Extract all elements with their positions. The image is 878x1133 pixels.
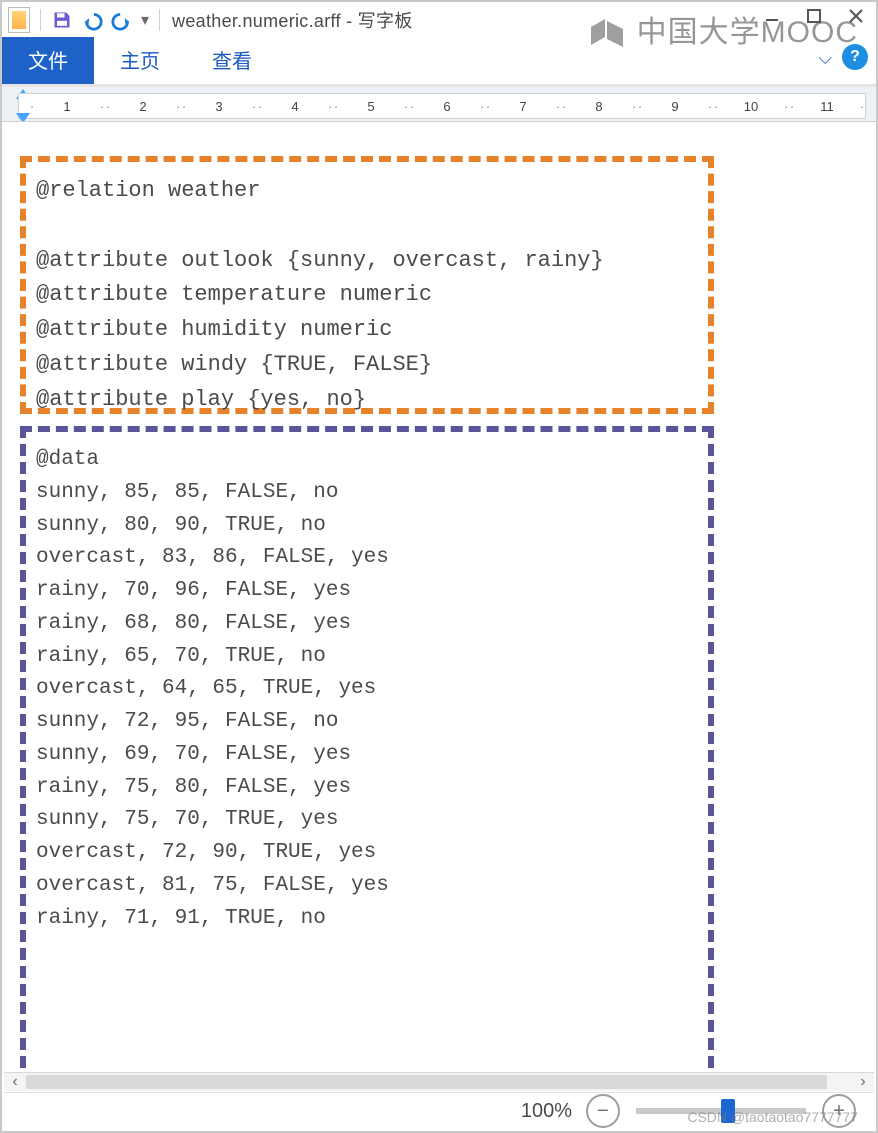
redo-icon[interactable] [109,7,135,33]
arff-header-box: @relation weather @attribute outlook {su… [20,156,714,414]
arff-data-line: sunny, 85, 85, FALSE, no [36,477,698,510]
app-icon [8,7,30,33]
document-area[interactable]: @relation weather @attribute outlook {su… [4,124,874,1071]
ruler-tick: 10 [719,99,783,114]
arff-header-line: @attribute temperature numeric [36,278,698,313]
arff-data-line: overcast, 72, 90, TRUE, yes [36,837,698,870]
help-button[interactable]: ? [842,44,868,70]
tab-view[interactable]: 查看 [186,37,278,84]
window-title: weather.numeric.arff - 写字板 [172,7,413,33]
arff-data-line: rainy, 70, 96, FALSE, yes [36,575,698,608]
arff-data-line: rainy, 75, 80, FALSE, yes [36,772,698,805]
ruler-tick: 6 [415,99,479,114]
arff-data-line: rainy, 71, 91, TRUE, no [36,903,698,936]
arff-header-line: @attribute play {yes, no} [36,383,698,418]
arff-header-line: @attribute windy {TRUE, FALSE} [36,348,698,383]
window-controls [758,4,870,28]
scroll-thumb[interactable] [26,1075,827,1089]
ruler-tick: 8 [567,99,631,114]
status-bar: 100% − + [4,1092,874,1129]
qat-dropdown-icon[interactable]: ▾ [141,10,149,30]
ruler-tick: 2 [111,99,175,114]
separator [40,9,41,31]
arff-data-line: sunny, 80, 90, TRUE, no [36,510,698,543]
ruler-area: ·1··2··3··4··5··6··7··8··9··10··11· [2,87,876,122]
zoom-label: 100% [521,1100,572,1123]
ruler-tick: 4 [263,99,327,114]
maximize-button[interactable] [800,4,828,28]
scroll-left-button[interactable]: ‹ [4,1073,26,1091]
arff-header-line: @attribute humidity numeric [36,313,698,348]
scroll-right-button[interactable]: › [852,1073,874,1091]
arff-data-line: rainy, 68, 80, FALSE, yes [36,608,698,641]
ruler-tick: 7 [491,99,555,114]
arff-header-line: @attribute outlook {sunny, overcast, rai… [36,244,698,279]
minimize-button[interactable] [758,4,786,28]
arff-data-line: sunny, 72, 95, FALSE, no [36,706,698,739]
arff-data-line: overcast, 83, 86, FALSE, yes [36,542,698,575]
indent-marker-bottom-icon[interactable] [16,113,30,122]
arff-data-line: overcast, 64, 65, TRUE, yes [36,673,698,706]
arff-header-line: @relation weather [36,174,698,209]
tab-file[interactable]: 文件 [2,37,94,84]
ribbon-tabs: 文件 主页 查看 ⌵ ? [2,38,876,87]
arff-data-box: @datasunny, 85, 85, FALSE, nosunny, 80, … [20,426,714,1071]
arff-data-line: sunny, 69, 70, FALSE, yes [36,739,698,772]
ruler-tick: 9 [643,99,707,114]
scroll-track[interactable] [26,1073,852,1091]
ruler-tick: 3 [187,99,251,114]
undo-icon[interactable] [79,7,105,33]
ruler-tick: 11 [795,99,859,114]
ruler-tick: 1 [35,99,99,114]
arff-header-line [36,209,698,244]
ribbon-collapse-icon[interactable]: ⌵ [818,48,832,69]
app-window: ▾ weather.numeric.arff - 写字板 文件 主页 查看 ⌵ … [0,0,878,1133]
arff-data-line: @data [36,444,698,477]
tab-home[interactable]: 主页 [94,37,186,84]
ruler[interactable]: ·1··2··3··4··5··6··7··8··9··10··11· [18,93,866,119]
arff-data-line: sunny, 75, 70, TRUE, yes [36,804,698,837]
close-button[interactable] [842,4,870,28]
ruler-tick: 5 [339,99,403,114]
save-icon[interactable] [49,7,75,33]
arff-data-line: overcast, 81, 75, FALSE, yes [36,870,698,903]
horizontal-scrollbar: ‹ › [4,1072,874,1091]
arff-data-line: rainy, 65, 70, TRUE, no [36,641,698,674]
zoom-slider-knob[interactable] [721,1099,735,1123]
titlebar: ▾ weather.numeric.arff - 写字板 [2,2,876,38]
zoom-out-button[interactable]: − [586,1094,620,1128]
zoom-slider[interactable] [636,1108,806,1114]
separator [159,9,160,31]
zoom-in-button[interactable]: + [822,1094,856,1128]
